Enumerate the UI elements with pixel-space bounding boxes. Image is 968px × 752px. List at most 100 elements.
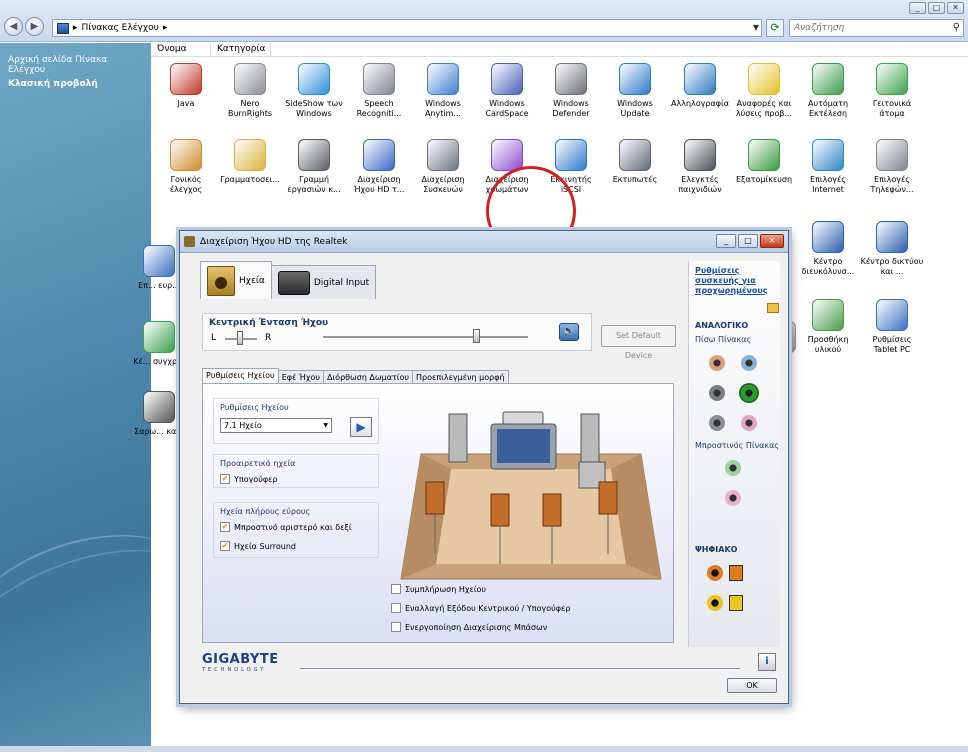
jack-front-green[interactable]	[725, 460, 741, 476]
dialog-maximize-button[interactable]: □	[738, 234, 758, 248]
cp-item-23[interactable]: Επιλογές Τηλεφών...	[860, 139, 924, 195]
maximize-button[interactable]: □	[928, 2, 945, 14]
speaker-config-label: Ρυθμίσεις Ηχείου	[220, 403, 289, 412]
cp-item-label: Ελεγκτές παιχνιδιών	[678, 175, 722, 194]
surround-option[interactable]: ✔ Ηχεία Surround	[220, 541, 372, 551]
swap-center-sub-option[interactable]: Εναλλαγή Εξόδου Κεντρικού / Υπογούφερ	[391, 603, 570, 613]
cp-item-19[interactable]: Εκτυπωτές	[603, 139, 667, 185]
cp-item-label: Διαχείριση Συσκευών	[421, 175, 465, 194]
cp-item-15[interactable]: Διαχείριση Ήχου HD τ...	[347, 139, 411, 195]
swap-center-sub-label: Εναλλαγή Εξόδου Κεντρικού / Υπογούφερ	[405, 603, 571, 613]
tab-sound-effects[interactable]: Εφέ Ήχου	[277, 370, 324, 384]
cp-item-3[interactable]: Speech Recogniti...	[347, 63, 411, 119]
ok-button[interactable]: OK	[727, 678, 777, 693]
speaker-config-select[interactable]: 7.1 Ηχείο	[220, 418, 332, 433]
spdif-coax-in-jack[interactable]	[707, 595, 723, 611]
jack-back-black[interactable]	[709, 415, 725, 431]
cp-item-21[interactable]: Εξατομίκευση	[732, 139, 796, 185]
cp-item-7[interactable]: Windows Update	[603, 63, 667, 119]
address-path[interactable]: Πίνακας Ελέγχου	[82, 23, 159, 33]
cp-item-12[interactable]: Γονικός έλεγχος	[154, 139, 218, 195]
jack-back-orange[interactable]	[709, 355, 725, 371]
column-category[interactable]: Κατηγορία	[211, 43, 271, 56]
cp-item-22[interactable]: Επιλογές Internet	[796, 139, 860, 195]
back-button[interactable]: ◀	[4, 17, 23, 36]
cp-item-11[interactable]: Γειτονικά άτομα	[860, 63, 924, 119]
cp-item-4[interactable]: Windows Anytim...	[411, 63, 475, 119]
address-separator-2: ▸	[162, 23, 168, 33]
cp-item-14[interactable]: Γραμμή εργασιών κ...	[282, 139, 346, 195]
subwoofer-checkbox[interactable]: ✔	[220, 474, 230, 484]
cp-item-9[interactable]: Αναφορές και λύσεις προβ...	[732, 63, 796, 119]
address-bar[interactable]: ▸ Πίνακας Ελέγχου ▸ ▼	[52, 19, 762, 37]
info-button[interactable]: i	[758, 653, 776, 671]
forward-button[interactable]: ▶	[25, 17, 44, 36]
surround-checkbox[interactable]: ✔	[220, 541, 230, 551]
tab-speakers[interactable]: Ηχεία	[200, 261, 272, 299]
nav-buttons: ◀ ▶	[4, 17, 44, 36]
tab-default-format[interactable]: Προεπιλεγμένη μορφή	[412, 370, 509, 384]
tab-digital-input-label: Digital Input	[313, 277, 370, 288]
close-button[interactable]: ✕	[947, 2, 964, 14]
cp-item-10[interactable]: Αυτόματη Εκτέλεση	[796, 63, 860, 119]
front-lr-option[interactable]: ✔ Μπροστινό αριστερό και δεξί	[220, 522, 372, 532]
speaker-fill-option[interactable]: Συμπλήρωση Ηχείου	[391, 584, 570, 594]
printer-icon	[619, 139, 651, 171]
address-dropdown-icon[interactable]: ▼	[753, 20, 759, 36]
cp-item-6[interactable]: Windows Defender	[539, 63, 603, 119]
speaker-fill-checkbox[interactable]	[391, 584, 401, 594]
cp-item-8[interactable]: Αλληλογραφία	[668, 63, 732, 109]
dialog-close-button[interactable]: ✕	[760, 234, 784, 248]
minimize-button[interactable]: _	[909, 2, 926, 14]
digital-input-icon	[277, 270, 310, 295]
cp-item-1[interactable]: Nero BurnRights	[218, 63, 282, 119]
fullrange-speakers-label: Ηχεία πλήρους εύρους	[220, 507, 311, 516]
jack-front-pink[interactable]	[725, 490, 741, 506]
cp-item-24[interactable]: Κέντρο διευκόλυνσ...	[796, 221, 860, 277]
play-test-button[interactable]: ▶	[350, 417, 372, 437]
search-input[interactable]: Αναζήτηση ⚲	[789, 19, 964, 37]
jack-back-gray[interactable]	[709, 385, 725, 401]
tab-room-correction[interactable]: Διόρθωση Δωματίου	[323, 370, 414, 384]
spdif-optical-out-jack[interactable]	[729, 565, 743, 581]
footer-divider	[300, 668, 740, 669]
jack-back-pink[interactable]	[741, 415, 757, 431]
cp-item-20[interactable]: Ελεγκτές παιχνιδιών	[668, 139, 732, 195]
search-icon[interactable]: ⚲	[953, 20, 960, 36]
cp-item-0[interactable]: Java	[154, 63, 218, 109]
spdif-coax-out-jack[interactable]	[707, 565, 723, 581]
dialog-minimize-button[interactable]: _	[716, 234, 736, 248]
folder-icon[interactable]	[767, 303, 779, 313]
cp-item-label: Γονικός έλεγχος	[169, 175, 203, 194]
volume-track[interactable]	[323, 336, 528, 338]
column-name[interactable]: Όνομα	[151, 43, 211, 56]
digital-heading: ΨΗΦΙΑΚΟ	[695, 545, 738, 554]
balance-slider-thumb[interactable]	[237, 331, 243, 345]
jack-back-blue[interactable]	[741, 355, 757, 371]
tablet-icon	[876, 299, 908, 331]
cp-item-5[interactable]: Windows CardSpace	[475, 63, 539, 119]
realtek-audio-icon	[363, 139, 395, 171]
advanced-settings-link[interactable]: Ρυθμίσεις συσκευής για προχωρημένους	[695, 266, 780, 296]
swap-center-sub-checkbox[interactable]	[391, 603, 401, 613]
cp-item-16[interactable]: Διαχείριση Συσκευών	[411, 139, 475, 195]
sidebar-item-classic-view[interactable]: Κλασική προβολή	[8, 79, 145, 89]
volume-slider-thumb[interactable]	[473, 329, 480, 343]
cp-item-25[interactable]: Κέντρο δικτύου και ...	[860, 221, 924, 277]
tab-digital-input[interactable]: Digital Input	[270, 265, 377, 299]
cp-item-2[interactable]: SideShow των Windows	[282, 63, 346, 119]
bass-management-checkbox[interactable]	[391, 622, 401, 632]
cp-item-label: Εξατομίκευση	[735, 175, 793, 184]
cp-item-13[interactable]: Γραμματοσει...	[218, 139, 282, 185]
set-default-device-button[interactable]: Set Default Device	[601, 325, 676, 360]
mute-button[interactable]: 🔊	[559, 323, 579, 341]
spdif-optical-in-jack[interactable]	[729, 595, 743, 611]
refresh-button[interactable]: ⟳	[766, 19, 784, 37]
tab-speaker-config[interactable]: Ρυθμίσεις Ηχείου	[202, 368, 279, 384]
sidebar-item-home[interactable]: Αρχική σελίδα Πίνακα Ελέγχου	[8, 55, 145, 75]
jack-back-green[interactable]	[741, 385, 757, 401]
subwoofer-option[interactable]: ✔ Υπογούφερ	[220, 474, 372, 484]
bass-management-option[interactable]: Ενεργοποίηση Διαχείρισης Μπάσων	[391, 622, 570, 632]
cp-item-27[interactable]: Ρυθμίσεις Tablet PC	[860, 299, 924, 355]
front-lr-checkbox[interactable]: ✔	[220, 522, 230, 532]
